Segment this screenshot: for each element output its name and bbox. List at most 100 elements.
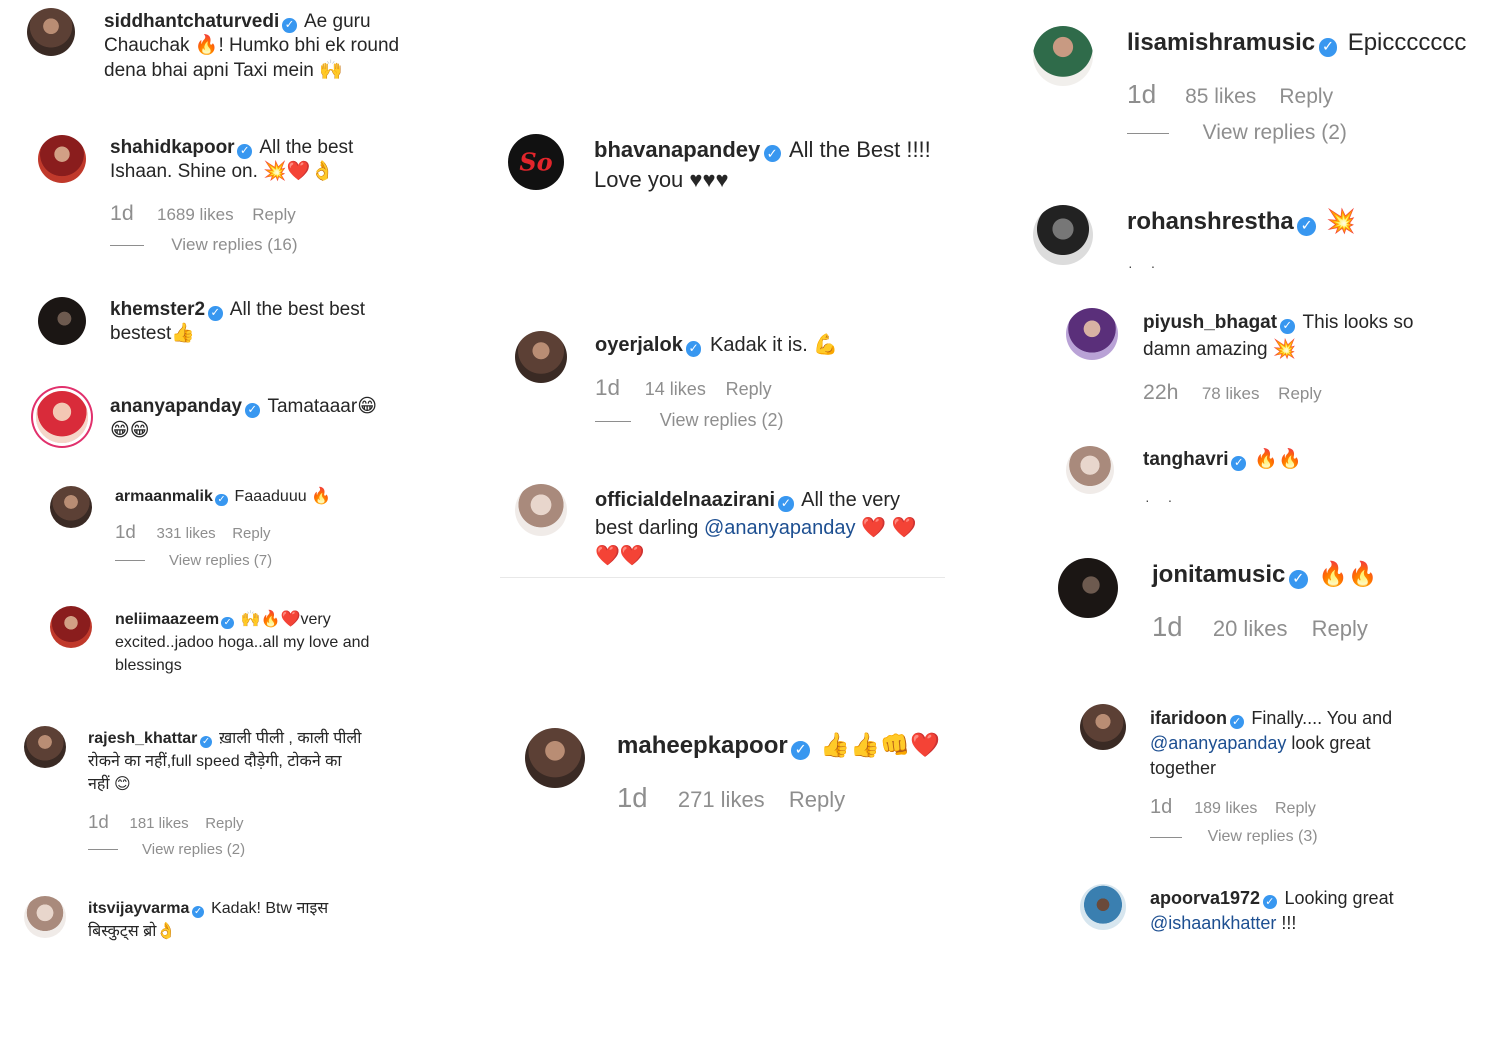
- username[interactable]: jonitamusic: [1152, 561, 1285, 588]
- avatar[interactable]: [50, 486, 92, 528]
- view-replies[interactable]: View replies (2): [595, 410, 925, 431]
- view-replies-label[interactable]: View replies (16): [171, 235, 297, 254]
- divider-line: [115, 560, 145, 562]
- view-replies-label[interactable]: View replies (7): [169, 552, 272, 569]
- username[interactable]: itsvijayvarma: [88, 900, 189, 917]
- avatar[interactable]: [1033, 26, 1093, 86]
- avatar[interactable]: [38, 135, 86, 183]
- verified-badge-icon: [215, 493, 228, 507]
- view-replies-label[interactable]: View replies (2): [142, 841, 245, 858]
- view-replies[interactable]: View replies (3): [1150, 828, 1420, 846]
- avatar[interactable]: [1033, 205, 1093, 265]
- avatar[interactable]: [50, 606, 92, 648]
- avatar[interactable]: [1080, 884, 1126, 930]
- mention-link[interactable]: @ishaankhatter: [1150, 913, 1276, 933]
- likes-count[interactable]: 85 likes: [1185, 85, 1256, 108]
- reply-button[interactable]: Reply: [1312, 616, 1368, 641]
- username[interactable]: maheepkapoor: [617, 732, 788, 759]
- timestamp: 1d: [595, 374, 621, 400]
- timestamp: 1d: [1150, 796, 1173, 819]
- avatar[interactable]: [36, 391, 88, 443]
- avatar[interactable]: [515, 331, 567, 383]
- reply-button[interactable]: Reply: [1278, 384, 1321, 403]
- likes-count[interactable]: 271 likes: [678, 787, 765, 812]
- reply-button[interactable]: Reply: [232, 525, 270, 542]
- view-replies[interactable]: View replies (7): [115, 552, 385, 569]
- username[interactable]: lisamishramusic: [1127, 29, 1315, 56]
- timestamp: 1d: [110, 200, 134, 225]
- comment-text: Looking great: [1284, 888, 1394, 908]
- view-replies[interactable]: View replies (2): [1127, 121, 1489, 145]
- mention-link[interactable]: @ananyapanday: [704, 517, 856, 539]
- reply-button[interactable]: Reply: [1279, 85, 1333, 108]
- username[interactable]: armaanmalik: [115, 488, 213, 505]
- mention-link[interactable]: @ananyapanday: [1150, 733, 1286, 753]
- username[interactable]: apoorva1972: [1150, 888, 1260, 908]
- avatar[interactable]: [1066, 308, 1118, 360]
- timestamp: 1d: [115, 521, 136, 543]
- avatar[interactable]: [1066, 446, 1114, 494]
- view-replies-label[interactable]: View replies (3): [1208, 828, 1318, 845]
- timestamp: 1d: [617, 781, 648, 813]
- avatar[interactable]: [24, 896, 66, 938]
- likes-count[interactable]: 78 likes: [1202, 384, 1260, 403]
- avatar[interactable]: [515, 484, 567, 536]
- verified-badge-icon: [778, 496, 794, 512]
- username[interactable]: siddhantchaturvedi: [104, 11, 279, 32]
- view-replies[interactable]: View replies (2): [88, 841, 363, 858]
- divider-line: [88, 849, 118, 851]
- username[interactable]: rajesh_khattar: [88, 730, 197, 747]
- username[interactable]: ifaridoon: [1150, 708, 1227, 728]
- comment-text: Kadak it is. 💪: [709, 334, 839, 356]
- divider-line: [1127, 133, 1169, 135]
- verified-badge-icon: [1288, 570, 1308, 589]
- verified-badge-icon: [191, 905, 205, 919]
- likes-count[interactable]: 189 likes: [1194, 800, 1257, 817]
- section-divider: [500, 577, 945, 578]
- comment-text: Epiccccccc: [1347, 29, 1467, 56]
- verified-badge-icon: [763, 145, 781, 163]
- username[interactable]: shahidkapoor: [110, 137, 235, 158]
- reply-button[interactable]: Reply: [205, 815, 243, 832]
- verified-badge-icon: [1279, 318, 1295, 334]
- username[interactable]: khemster2: [110, 299, 205, 320]
- avatar-logo: So: [519, 147, 553, 177]
- truncation-dots: ··: [1145, 492, 1191, 508]
- comment-text: 🔥🔥: [1317, 561, 1378, 588]
- username[interactable]: piyush_bhagat: [1143, 312, 1277, 333]
- username[interactable]: oyerjalok: [595, 334, 683, 356]
- avatar[interactable]: [1058, 558, 1118, 618]
- likes-count[interactable]: 181 likes: [129, 815, 188, 832]
- likes-count[interactable]: 14 likes: [645, 379, 706, 399]
- timestamp: 1d: [1152, 610, 1183, 642]
- verified-badge-icon: [791, 741, 811, 760]
- view-replies-label[interactable]: View replies (2): [660, 410, 784, 430]
- likes-count[interactable]: 20 likes: [1213, 616, 1288, 641]
- view-replies-label[interactable]: View replies (2): [1203, 121, 1347, 144]
- reply-button[interactable]: Reply: [1275, 800, 1316, 817]
- avatar[interactable]: [24, 726, 66, 768]
- verified-badge-icon: [1231, 455, 1247, 471]
- username[interactable]: ananyapanday: [110, 396, 242, 417]
- likes-count[interactable]: 331 likes: [156, 525, 215, 542]
- username[interactable]: neliimaazeem: [115, 611, 219, 628]
- avatar[interactable]: [525, 728, 585, 788]
- comment-text: Faaaduuu 🔥: [234, 488, 331, 505]
- reply-button[interactable]: Reply: [789, 787, 845, 812]
- reply-button[interactable]: Reply: [726, 379, 772, 399]
- avatar[interactable]: [1080, 704, 1126, 750]
- avatar[interactable]: [38, 297, 86, 345]
- username[interactable]: bhavanapandey: [594, 137, 760, 162]
- username[interactable]: rohanshrestha: [1127, 208, 1294, 235]
- timestamp: 1d: [1127, 78, 1157, 109]
- verified-badge-icon: [282, 17, 297, 33]
- reply-button[interactable]: Reply: [252, 205, 295, 224]
- likes-count[interactable]: 1689 likes: [157, 205, 234, 224]
- comment-text: 👍👍👊❤️: [820, 732, 940, 759]
- avatar[interactable]: [27, 8, 75, 56]
- username[interactable]: tanghavri: [1143, 449, 1229, 470]
- username[interactable]: officialdelnaazirani: [595, 489, 775, 511]
- verified-badge-icon: [244, 402, 260, 418]
- avatar[interactable]: So: [508, 134, 564, 190]
- view-replies[interactable]: View replies (16): [110, 235, 390, 255]
